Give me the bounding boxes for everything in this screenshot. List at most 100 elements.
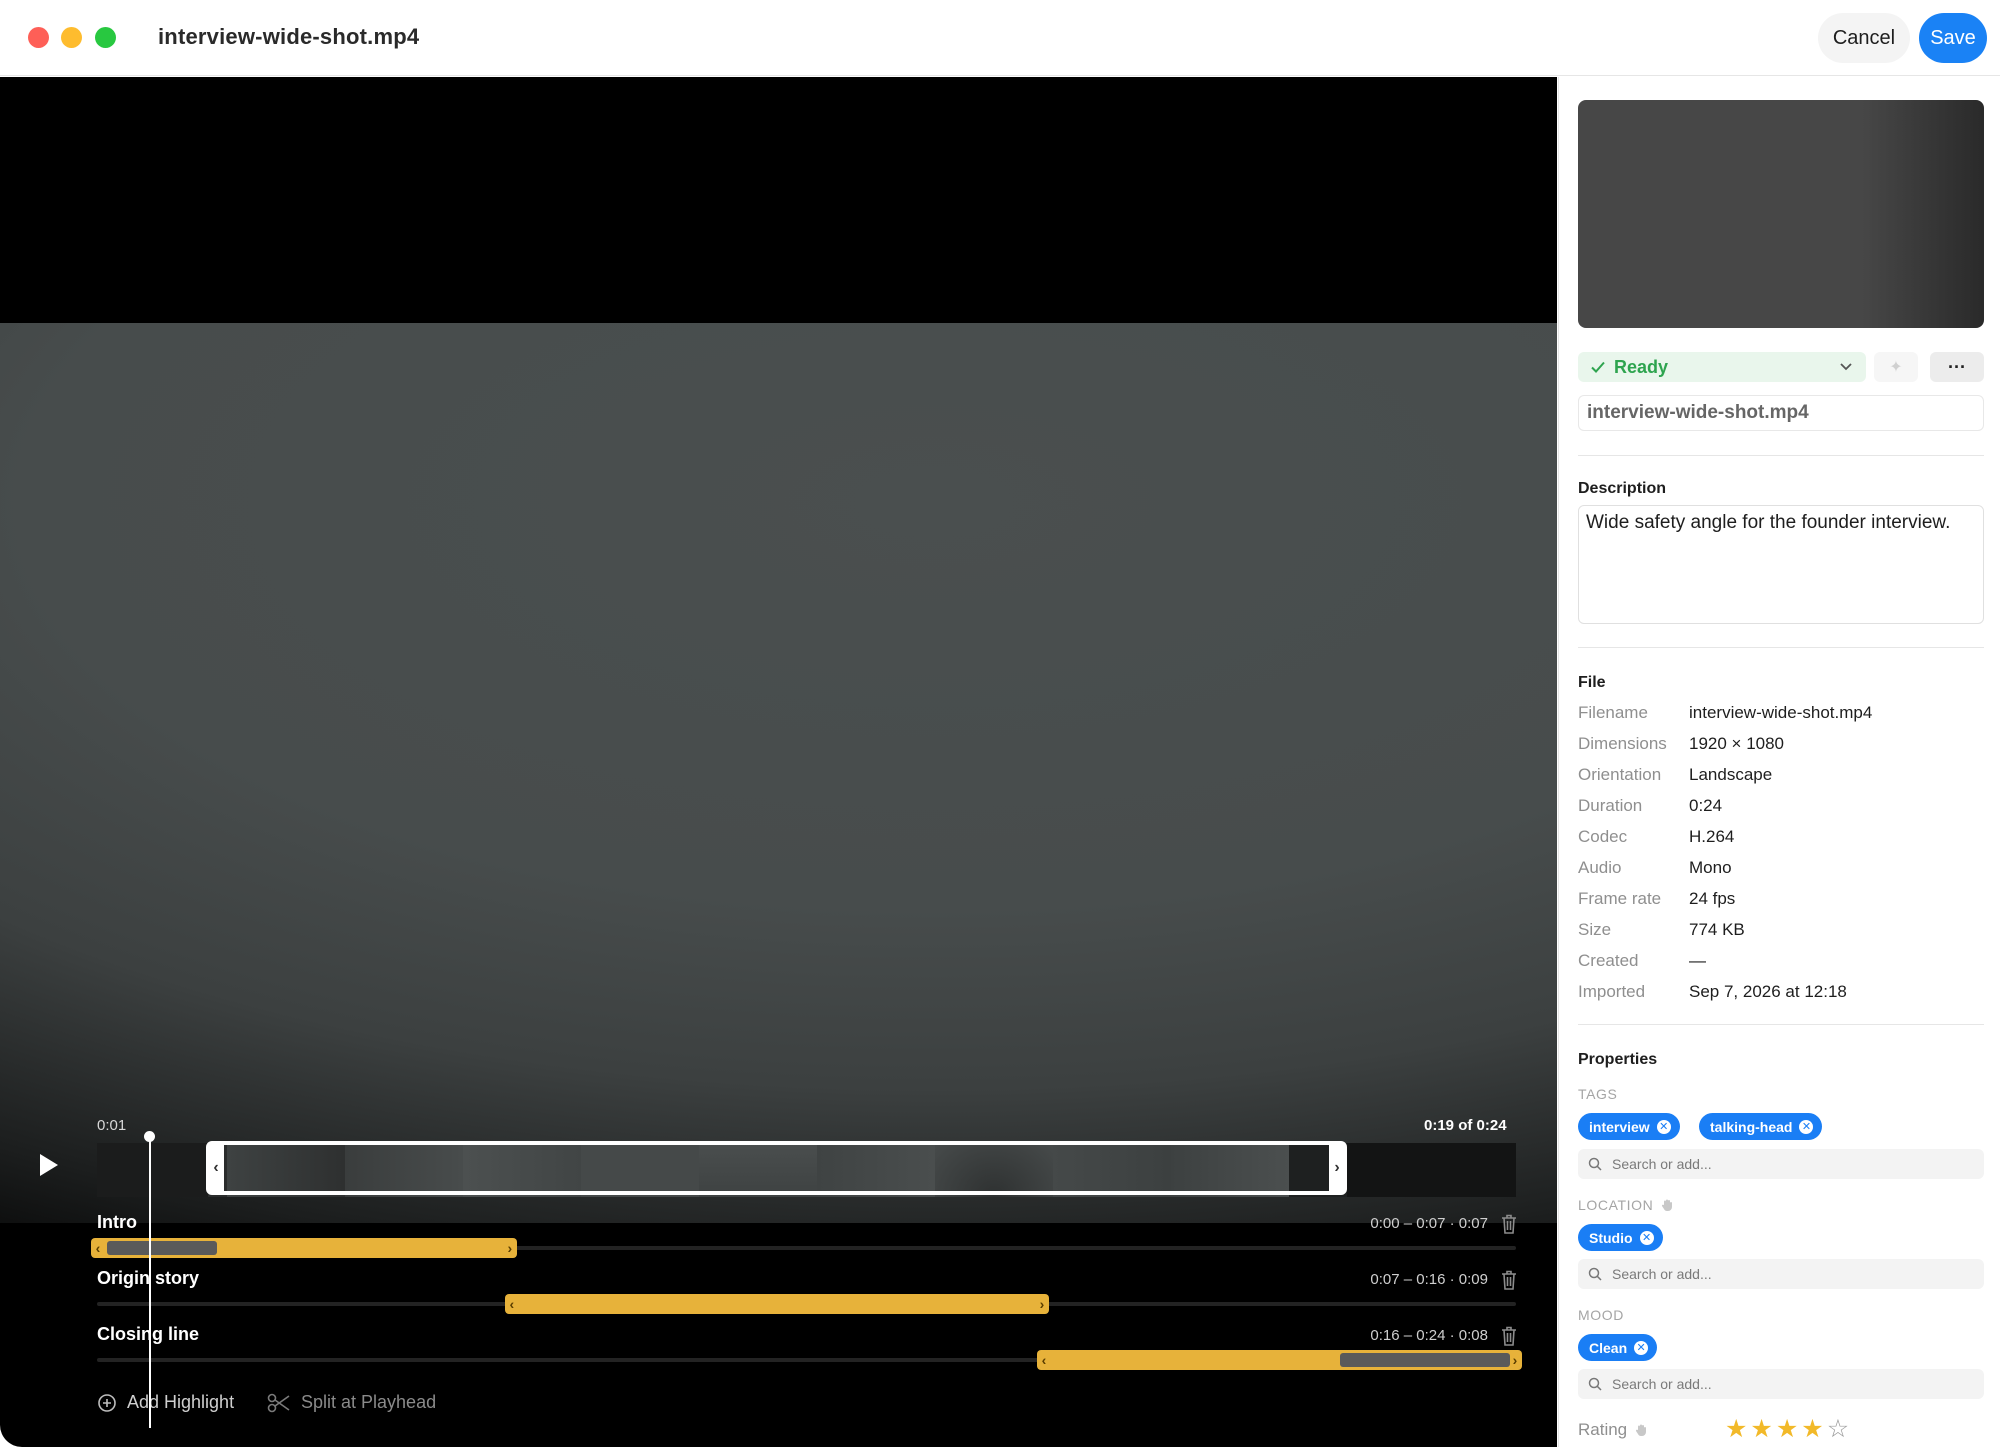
search-placeholder: Search or add...	[1612, 1376, 1712, 1392]
mood-search-input[interactable]: Search or add...	[1578, 1369, 1984, 1399]
file-info-value: 0:24	[1689, 796, 1723, 815]
save-button[interactable]: Save	[1919, 13, 1987, 63]
file-info-key: Orientation	[1578, 765, 1662, 784]
search-placeholder: Search or add...	[1612, 1156, 1712, 1172]
trash-icon[interactable]	[1498, 1268, 1520, 1292]
add-highlight-button[interactable]: Add Highlight	[97, 1392, 234, 1413]
file-info-value: H.264	[1689, 827, 1735, 846]
zoom-window-button[interactable]	[95, 27, 116, 48]
location-label: LOCATION	[1578, 1197, 1674, 1213]
sparkle-button[interactable]: ✦	[1874, 352, 1918, 382]
more-options-button[interactable]: ···	[1930, 352, 1984, 382]
highlight-end-handle[interactable]: ›	[503, 1238, 517, 1258]
file-info-value: Sep 7, 2026 at 12:18	[1689, 982, 1847, 1001]
location-label-text: LOCATION	[1578, 1197, 1654, 1213]
highlight-name[interactable]: Intro	[97, 1212, 137, 1233]
plus-circle-icon	[98, 1393, 116, 1412]
file-info-value: Landscape	[1689, 765, 1773, 784]
highlight-start-handle[interactable]: ‹	[505, 1294, 519, 1314]
mood-chip[interactable]: Clean ✕	[1578, 1334, 1658, 1361]
scissors-icon	[267, 1393, 290, 1412]
checkmark-icon	[1591, 361, 1605, 373]
inspector-sidebar: Ready ✦ ··· Description Wide safety angl…	[1558, 77, 2000, 1447]
tags-label-text: TAGS	[1578, 1086, 1618, 1102]
hand-icon	[1636, 1424, 1647, 1436]
file-info-value: interview-wide-shot.mp4	[1689, 703, 1873, 722]
description-field[interactable]: Wide safety angle for the founder interv…	[1578, 505, 1984, 624]
file-info-key: Frame rate	[1578, 889, 1662, 908]
location-search-input[interactable]: Search or add...	[1578, 1259, 1984, 1289]
highlight-end-handle[interactable]: ›	[1035, 1294, 1049, 1314]
split-at-playhead-button[interactable]: Split at Playhead	[267, 1392, 436, 1413]
position-label: 0:19 of 0:24	[1424, 1117, 1507, 1134]
remove-chip-icon[interactable]: ✕	[1639, 1230, 1654, 1245]
rating-stars[interactable]: ★ ★ ★ ★ ☆	[1725, 1414, 1849, 1444]
highlight-name[interactable]: Closing line	[97, 1324, 199, 1345]
file-section-title: File	[1578, 674, 1606, 691]
remove-chip-icon[interactable]: ✕	[1656, 1119, 1671, 1134]
tags-search-input[interactable]: Search or add...	[1578, 1149, 1984, 1179]
file-info-value: 774 KB	[1689, 920, 1745, 939]
filename-field[interactable]	[1578, 395, 1984, 431]
play-icon[interactable]	[33, 1150, 63, 1180]
title-bar: interview-wide-shot.mp4 Cancel Save	[0, 0, 2000, 76]
add-highlight-label: Add Highlight	[127, 1392, 235, 1412]
file-info-value: 1920 × 1080	[1689, 734, 1785, 753]
highlight-trimmed-segment	[107, 1241, 217, 1255]
close-window-button[interactable]	[28, 27, 49, 48]
star-filled-icon[interactable]: ★	[1750, 1414, 1772, 1444]
divider	[1578, 1024, 1984, 1025]
search-placeholder: Search or add...	[1612, 1266, 1712, 1282]
window-title: interview-wide-shot.mp4	[158, 24, 420, 49]
highlight-start-handle[interactable]: ‹	[91, 1238, 105, 1258]
trash-icon[interactable]	[1498, 1324, 1520, 1348]
playhead-knob[interactable]	[144, 1131, 155, 1142]
chip-label: talking-head	[1710, 1118, 1793, 1135]
star-filled-icon[interactable]: ★	[1801, 1414, 1823, 1444]
file-info-key: Filename	[1578, 703, 1648, 722]
star-empty-icon[interactable]: ☆	[1827, 1414, 1849, 1444]
chip-label: interview	[1589, 1118, 1650, 1135]
playhead-line[interactable]	[149, 1136, 151, 1428]
highlight-range: 0:00 – 0:07 · 0:07	[1370, 1215, 1488, 1232]
trash-icon[interactable]	[1498, 1212, 1520, 1236]
ellipsis-icon: ···	[1948, 356, 1966, 377]
tags-chip[interactable]: interview ✕	[1578, 1113, 1680, 1140]
cancel-button[interactable]: Cancel	[1818, 13, 1910, 63]
video-preview[interactable]	[0, 323, 1557, 1223]
star-filled-icon[interactable]: ★	[1776, 1414, 1798, 1444]
divider	[1578, 647, 1984, 648]
trim-selection[interactable]: ‹ ›	[206, 1141, 1347, 1195]
remove-chip-icon[interactable]: ✕	[1634, 1340, 1649, 1355]
highlight-range: 0:07 – 0:16 · 0:09	[1370, 1271, 1488, 1288]
properties-title: Properties	[1578, 1051, 1658, 1068]
trim-outside-shade	[1347, 1143, 1516, 1197]
highlight-name[interactable]: Origin story	[97, 1268, 199, 1289]
search-icon	[1588, 1157, 1602, 1171]
remove-chip-icon[interactable]: ✕	[1799, 1119, 1814, 1134]
hand-icon	[1662, 1199, 1673, 1211]
location-chip[interactable]: Studio ✕	[1578, 1224, 1663, 1251]
highlight-range-bar[interactable]: ‹ ›	[504, 1294, 1049, 1314]
search-icon	[1588, 1267, 1602, 1281]
trim-start-handle[interactable]: ‹	[208, 1145, 224, 1191]
rating-label: Rating	[1578, 1420, 1648, 1440]
file-info-value: 24 fps	[1689, 889, 1736, 908]
highlight-range: 0:16 – 0:24 · 0:08	[1370, 1327, 1488, 1344]
highlight-end-handle[interactable]: ›	[1508, 1350, 1522, 1370]
mood-label-text: MOOD	[1578, 1307, 1624, 1323]
minimize-window-button[interactable]	[61, 27, 82, 48]
star-filled-icon[interactable]: ★	[1725, 1414, 1747, 1444]
file-info-key: Duration	[1578, 796, 1643, 815]
tags-chip[interactable]: talking-head ✕	[1699, 1113, 1823, 1140]
split-label: Split at Playhead	[301, 1392, 437, 1412]
file-info-key: Created	[1578, 951, 1639, 970]
chevron-down-icon	[1840, 363, 1852, 371]
highlight-start-handle[interactable]: ‹	[1037, 1350, 1051, 1370]
divider	[1578, 455, 1984, 456]
file-info-key: Codec	[1578, 827, 1628, 846]
sparkle-icon: ✦	[1889, 359, 1903, 376]
trim-end-handle[interactable]: ›	[1329, 1145, 1345, 1191]
file-info-value: —	[1689, 951, 1706, 970]
status-dropdown[interactable]: Ready	[1578, 352, 1866, 382]
